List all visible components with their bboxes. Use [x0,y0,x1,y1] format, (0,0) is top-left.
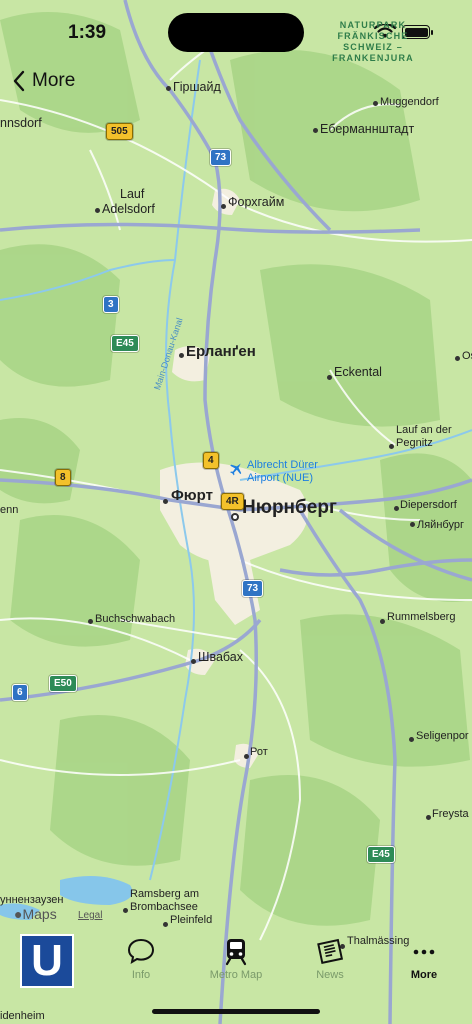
place-diepersdorf[interactable]: Diepersdorf [400,499,457,511]
place-erlangen[interactable]: Ерланґен [186,343,256,360]
place-seligenporten[interactable]: Seligenpor [416,730,469,742]
place-dot [123,908,128,913]
ellipsis-icon [413,949,435,955]
place-dot [426,815,431,820]
place-dot [166,86,171,91]
place-ramsberg[interactable]: Ramsberg am Brombachsee [130,888,210,914]
place-lauf[interactable]: Lauf [120,187,144,201]
place-dot [221,204,226,209]
road-shield-a6: 6 [12,684,28,701]
place-dot [179,353,184,358]
maps-brand-label: Maps [22,906,57,922]
place-adelsdorf[interactable]: Adelsdorf [102,202,155,216]
chevron-left-icon [13,70,25,92]
place-muggendorf[interactable]: Muggendorf [380,96,439,108]
place-dot [88,619,93,624]
tab-news[interactable]: News [295,936,365,981]
place-dot [380,619,385,624]
road-shield-a4: 4 [203,452,219,469]
place-dot [409,737,414,742]
maps-attribution: ●Maps [14,906,57,922]
place-dot [327,375,332,380]
place-dot [163,499,168,504]
place-dot [231,513,239,521]
place-schwabach[interactable]: Швабах [198,650,243,664]
tab-metro-map-label: Metro Map [209,969,263,981]
park-label: NATURPARK FRÄNKISCHE SCHWEIZ – FRANKENJU… [332,20,414,63]
map-canvas[interactable] [0,0,472,1024]
newspaper-icon [317,938,344,965]
place-dot [163,922,168,927]
place-dot [410,522,415,527]
tab-metro-map[interactable]: Metro Map [201,936,271,981]
place-unnenhausen[interactable]: уннензаузен [0,894,64,906]
place-dot [95,208,100,213]
legal-link[interactable]: Legal [78,910,102,921]
tab-more[interactable]: More [389,936,459,981]
u-bahn-logo: U [20,934,74,988]
u-bahn-logo-letter: U [31,936,63,985]
road-shield-e50: E50 [49,675,77,692]
road-shield-a73-mid: 73 [242,580,264,597]
back-label: More [32,70,76,91]
place-dot [373,101,378,106]
speech-bubble-icon [127,938,155,965]
place-nnsdorf[interactable]: nnsdorf [0,116,42,130]
place-furth[interactable]: Фюрт [171,487,213,504]
road-shield-b8: 8 [55,469,71,486]
dynamic-island [168,13,304,52]
place-dot [455,356,460,361]
place-freystadt[interactable]: Freysta [432,808,469,820]
place-dot [389,444,394,449]
road-shield-b505: 505 [106,123,133,140]
place-lyainburg[interactable]: Ляйнбург [417,519,464,531]
place-eckental[interactable]: Eckental [334,365,382,379]
tab-info[interactable]: Info [106,936,176,981]
place-girshaid[interactable]: Гіршайд [173,80,221,94]
place-dot [313,128,318,133]
place-airport[interactable]: Albrecht Dürer Airport (NUE) [247,459,337,485]
back-button[interactable]: More [12,70,75,92]
place-nurnberg[interactable]: Нюрнберг [242,497,337,519]
road-shield-a3: 3 [103,296,119,313]
road-shield-e45: E45 [111,335,139,352]
place-buchschwabach[interactable]: Buchschwabach [95,613,175,625]
home-indicator [152,1009,320,1014]
train-icon [225,939,247,966]
airplane-icon [230,463,242,476]
tab-more-label: More [410,969,438,981]
place-os[interactable]: Os [462,350,472,362]
place-dot [394,506,399,511]
place-dot [191,659,196,664]
place-roth[interactable]: Рот [250,746,268,758]
tab-news-label: News [316,969,344,981]
place-dot [244,754,249,759]
status-time: 1:39 [68,22,107,43]
road-shield-a4r: 4R [221,493,244,510]
road-shield-e45-bottom: E45 [367,846,395,863]
place-forchheim[interactable]: Форхгайм [228,195,284,209]
road-shield-a73: 73 [210,149,232,166]
place-enn[interactable]: enn [0,504,18,516]
place-rummelsberg[interactable]: Rummelsberg [387,611,455,623]
tab-info-label: Info [131,969,151,981]
place-ebermannstadt[interactable]: Еберманнштадт [320,122,414,136]
place-pleinfeld[interactable]: Pleinfeld [170,914,212,926]
place-lauf-pegnitz[interactable]: Lauf an der Pegnitz [396,424,471,450]
